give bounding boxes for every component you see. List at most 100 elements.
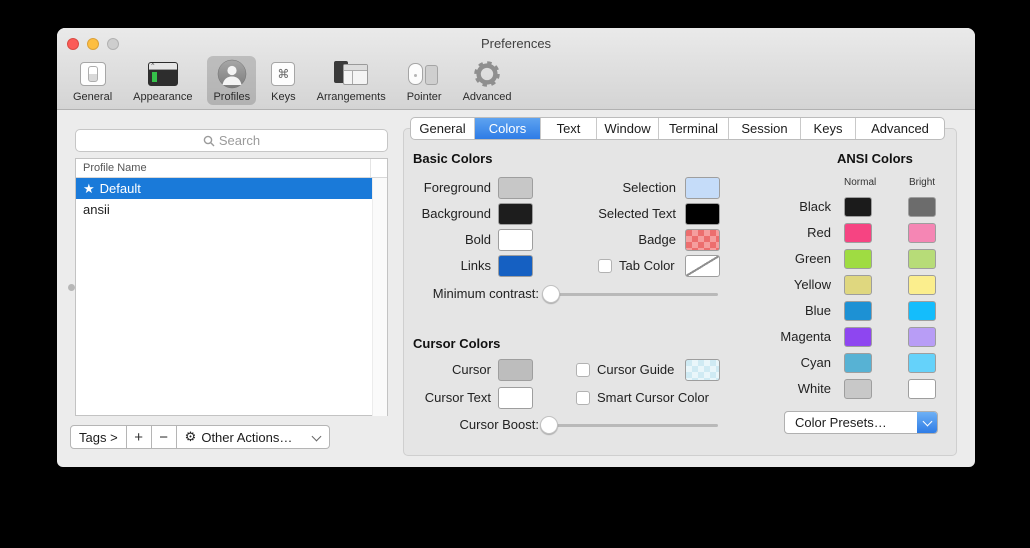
tab-session[interactable]: Session [729, 118, 801, 139]
ansi-cyan-bright-swatch[interactable] [908, 353, 936, 373]
tab-color-label: Tab Color [619, 258, 675, 273]
other-actions-button[interactable]: ⚙ Other Actions… [177, 425, 330, 449]
ansi-blue-normal-swatch[interactable] [844, 301, 872, 321]
ansi-yellow-bright-swatch[interactable] [908, 275, 936, 295]
foreground-swatch[interactable] [498, 177, 533, 199]
background-swatch[interactable] [498, 203, 533, 225]
tab-general[interactable]: General [411, 118, 475, 139]
profile-row-ansii[interactable]: ansii [76, 199, 373, 220]
ansi-black-bright-swatch[interactable] [908, 197, 936, 217]
toolbar-item-keys[interactable]: ⌘ Keys [265, 56, 301, 105]
default-star-icon: ★ [83, 181, 95, 197]
profile-list-header: Profile Name [76, 159, 387, 178]
profile-name: Default [100, 181, 141, 196]
add-profile-button[interactable]: + [127, 425, 152, 449]
toolbar-item-profiles[interactable]: Profiles [207, 56, 256, 105]
splitter-handle[interactable] [68, 284, 75, 291]
background-label: Background [404, 206, 491, 221]
smart-cursor-checkbox[interactable] [576, 391, 590, 405]
badge-label: Badge [554, 232, 676, 247]
ansi-black-normal-swatch[interactable] [844, 197, 872, 217]
slider-knob[interactable] [540, 416, 558, 434]
tab-window[interactable]: Window [597, 118, 659, 139]
ansi-label-red: Red [724, 225, 831, 240]
window-title: Preferences [57, 36, 975, 51]
ansi-label-cyan: Cyan [724, 355, 831, 370]
selected-text-label: Selected Text [554, 206, 676, 221]
cursor-label: Cursor [404, 362, 491, 377]
slider-track [544, 293, 718, 296]
tab-advanced[interactable]: Advanced [856, 118, 944, 139]
gear-icon [472, 59, 502, 89]
ansi-normal-header: Normal [844, 177, 872, 188]
toolbar-item-arrangements[interactable]: Arrangements [311, 56, 392, 105]
cursor-guide-checkbox[interactable] [576, 363, 590, 377]
chevron-down-icon [922, 417, 932, 427]
appearance-icon: × [148, 62, 178, 86]
ansi-label-blue: Blue [724, 303, 831, 318]
basic-colors-title: Basic Colors [413, 151, 492, 166]
links-label: Links [404, 258, 491, 273]
toolbar-item-appearance[interactable]: × Appearance [127, 56, 198, 105]
profile-row-default[interactable]: ★ Default [76, 178, 373, 199]
profile-actions-bar: Tags > + − ⚙ Other Actions… [70, 425, 330, 449]
ansi-red-bright-swatch[interactable] [908, 223, 936, 243]
links-swatch[interactable] [498, 255, 533, 277]
tab-color-checkbox[interactable] [598, 259, 612, 273]
ansi-magenta-normal-swatch[interactable] [844, 327, 872, 347]
general-icon [80, 62, 106, 86]
remove-profile-button[interactable]: − [152, 425, 177, 449]
scrollbar-track[interactable] [372, 178, 387, 416]
cursor-text-swatch[interactable] [498, 387, 533, 409]
ansi-magenta-bright-swatch[interactable] [908, 327, 936, 347]
selection-swatch[interactable] [685, 177, 720, 199]
cursor-guide-swatch[interactable] [685, 359, 720, 381]
slider-track [542, 424, 718, 427]
ansi-white-bright-swatch[interactable] [908, 379, 936, 399]
gear-icon: ⚙ [185, 429, 197, 445]
chevron-down-icon [311, 432, 321, 442]
ansi-colors-title: ANSI Colors [837, 151, 913, 166]
slider-knob[interactable] [542, 285, 560, 303]
toolbar-item-general[interactable]: General [67, 56, 118, 105]
cursor-boost-slider[interactable] [542, 416, 718, 434]
ansi-label-green: Green [724, 251, 831, 266]
ansi-blue-bright-swatch[interactable] [908, 301, 936, 321]
min-contrast-slider[interactable] [544, 285, 718, 303]
ansi-yellow-normal-swatch[interactable] [844, 275, 872, 295]
min-contrast-label: Minimum contrast: [404, 286, 539, 301]
ansi-green-bright-swatch[interactable] [908, 249, 936, 269]
profile-name: ansii [83, 202, 110, 217]
profiles-icon [217, 59, 247, 89]
search-input[interactable]: Search [75, 129, 388, 152]
preferences-window: Preferences General × Appearance [57, 28, 975, 467]
cursor-text-label: Cursor Text [404, 390, 491, 405]
keys-icon: ⌘ [271, 62, 295, 86]
smart-cursor-label: Smart Cursor Color [597, 390, 709, 405]
toolbar-item-pointer[interactable]: Pointer [401, 56, 448, 105]
tab-color-swatch[interactable] [685, 255, 720, 277]
settings-tabbar: General Colors Text Window Terminal Sess… [410, 117, 945, 140]
ansi-green-normal-swatch[interactable] [844, 249, 872, 269]
ansi-bright-header: Bright [908, 177, 936, 188]
bold-swatch[interactable] [498, 229, 533, 251]
badge-swatch[interactable] [685, 229, 720, 251]
foreground-label: Foreground [404, 180, 491, 195]
pointer-icon [408, 61, 440, 87]
tab-text[interactable]: Text [541, 118, 597, 139]
ansi-cyan-normal-swatch[interactable] [844, 353, 872, 373]
selected-text-swatch[interactable] [685, 203, 720, 225]
tags-button[interactable]: Tags > [70, 425, 127, 449]
dropdown-arrow-cap [917, 412, 937, 433]
tab-colors[interactable]: Colors [475, 118, 541, 139]
cursor-guide-label: Cursor Guide [597, 362, 674, 377]
tab-terminal[interactable]: Terminal [659, 118, 729, 139]
tab-keys[interactable]: Keys [801, 118, 856, 139]
ansi-white-normal-swatch[interactable] [844, 379, 872, 399]
ansi-red-normal-swatch[interactable] [844, 223, 872, 243]
toolbar-item-advanced[interactable]: Advanced [457, 56, 518, 105]
color-presets-dropdown[interactable]: Color Presets… [784, 411, 938, 434]
profile-list: Profile Name ★ Default ansii [75, 158, 388, 416]
cursor-swatch[interactable] [498, 359, 533, 381]
colors-panel: Basic Colors Foreground Background Bold … [403, 128, 957, 456]
